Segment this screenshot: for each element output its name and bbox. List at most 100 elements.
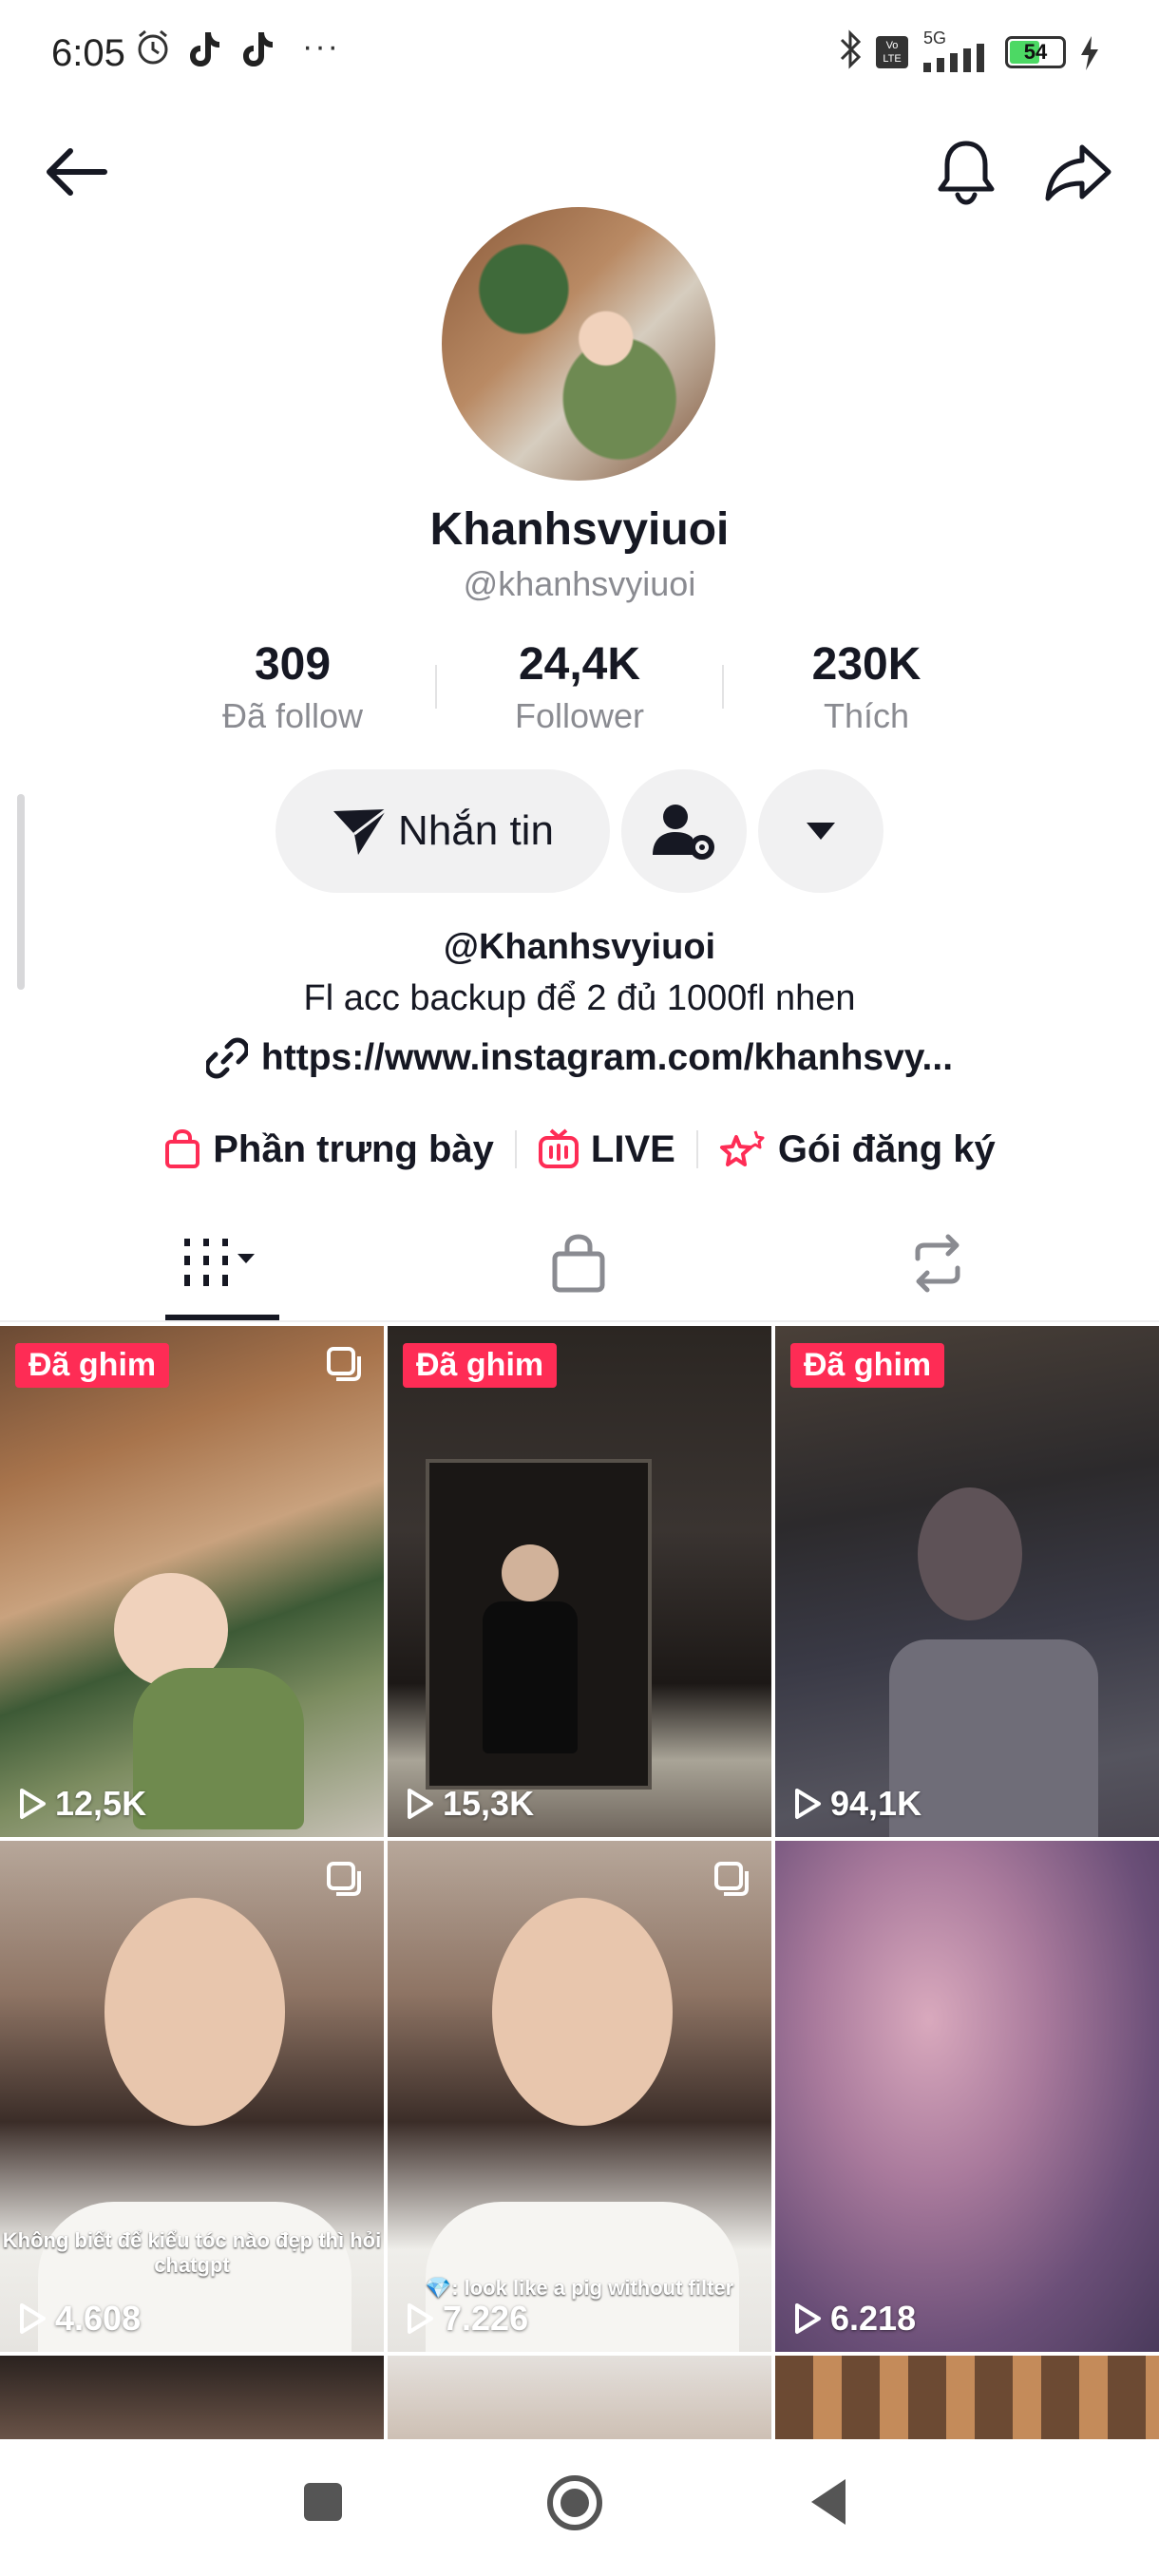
live-tv-icon bbox=[538, 1128, 579, 1168]
bluetooth-icon bbox=[840, 29, 862, 69]
back-button[interactable] bbox=[32, 129, 118, 215]
video-caption: Không biết để kiểu tóc nào đẹp thì hỏi c… bbox=[2, 2228, 382, 2277]
bio-link[interactable]: https://www.instagram.com/khanhsvy... bbox=[0, 1037, 1159, 1079]
thumbnail-figure bbox=[918, 1487, 1022, 1620]
repost-icon bbox=[915, 1234, 960, 1293]
stat-label: Đã follow bbox=[221, 696, 364, 735]
video-tile[interactable]: Không biết để kiểu tóc nào đẹp thì hỏi c… bbox=[0, 1841, 384, 2352]
view-count-text: 6.218 bbox=[830, 2299, 917, 2338]
stat-following[interactable]: 309 Đã follow bbox=[150, 638, 435, 736]
play-icon bbox=[20, 1789, 46, 1819]
stat-label: Thích bbox=[823, 696, 910, 735]
entry-label: Gói đăng ký bbox=[777, 1127, 996, 1170]
user-settings-icon bbox=[653, 805, 714, 860]
view-count: 12,5K bbox=[17, 1784, 146, 1824]
home-icon[interactable] bbox=[545, 2473, 604, 2532]
stat-value: 309 bbox=[254, 639, 332, 690]
entry-divider bbox=[514, 1130, 517, 1168]
profile-avatar[interactable] bbox=[442, 207, 715, 481]
multi-photo-icon bbox=[327, 1862, 361, 1896]
entry-live[interactable]: LIVE bbox=[538, 1128, 675, 1171]
profile-entries: Phần trưng bày LIVE Gói đăng ký bbox=[0, 1121, 1159, 1178]
bio-text: Fl acc backup để 2 đủ 1000fl nhen bbox=[303, 978, 856, 1018]
stat-value: 230K bbox=[811, 639, 922, 690]
view-count: 6.218 bbox=[792, 2299, 916, 2339]
play-icon bbox=[408, 2303, 433, 2334]
entry-subscription[interactable]: Gói đăng ký bbox=[719, 1127, 996, 1171]
view-count-text: 4.608 bbox=[55, 2299, 142, 2338]
play-icon bbox=[408, 1789, 433, 1819]
battery-level: 54 bbox=[1023, 40, 1048, 64]
signal-icon bbox=[923, 44, 984, 72]
stat-likes[interactable]: 230K Thích bbox=[724, 638, 1009, 736]
arrow-left-icon bbox=[47, 148, 107, 196]
shopping-bag-icon bbox=[165, 1128, 200, 1168]
charging-icon bbox=[1081, 36, 1098, 70]
view-count-text: 94,1K bbox=[830, 1784, 922, 1823]
caret-down-icon bbox=[807, 823, 835, 840]
video-tile[interactable]: Đã ghim 94,1K bbox=[775, 1326, 1159, 1837]
stat-followers[interactable]: 24,4K Follower bbox=[437, 638, 722, 736]
thumbnail-figure bbox=[483, 1601, 578, 1753]
video-caption: 💎: look like a pig without filter bbox=[425, 2276, 734, 2300]
pinned-badge: Đã ghim bbox=[403, 1343, 558, 1388]
tiktok-icon-2 bbox=[243, 32, 273, 66]
status-time: 6:05 bbox=[51, 32, 125, 74]
video-tile[interactable]: 6.218 bbox=[775, 1841, 1159, 2352]
video-tile[interactable]: Đã ghim 12,5K bbox=[0, 1326, 384, 1837]
display-name: Khanhsvyiuoi bbox=[429, 504, 730, 555]
view-count-text: 7.226 bbox=[443, 2299, 529, 2338]
entry-label: Phần trưng bày bbox=[213, 1127, 494, 1170]
content-tabs bbox=[0, 1206, 1159, 1322]
send-icon bbox=[333, 807, 388, 855]
message-button[interactable]: Nhắn tin bbox=[276, 769, 610, 893]
shopping-bag-icon bbox=[552, 1234, 605, 1293]
bell-icon bbox=[938, 141, 995, 205]
view-count-text: 15,3K bbox=[443, 1784, 535, 1823]
video-tile[interactable]: Đã ghim 15,3K bbox=[388, 1326, 771, 1837]
video-tile-partial[interactable] bbox=[388, 2356, 771, 2441]
play-icon bbox=[795, 2303, 821, 2334]
stat-value: 24,4K bbox=[518, 639, 641, 690]
grid-icon bbox=[184, 1239, 255, 1286]
more-notifications-icon: ··· bbox=[302, 28, 340, 65]
thumbnail-figure bbox=[502, 1544, 559, 1601]
view-count: 4.608 bbox=[17, 2299, 141, 2339]
tab-videos[interactable] bbox=[28, 1206, 414, 1320]
play-icon bbox=[795, 1789, 821, 1819]
follow-settings-button[interactable] bbox=[621, 769, 747, 893]
recents-icon[interactable] bbox=[302, 2481, 344, 2523]
status-bar: 6:05 ··· Vo LTE 5G 54 bbox=[0, 0, 1159, 104]
pinned-badge: Đã ghim bbox=[790, 1343, 945, 1388]
notification-button[interactable] bbox=[923, 129, 1009, 215]
more-options-button[interactable] bbox=[758, 769, 884, 893]
back-nav-icon[interactable] bbox=[808, 2477, 849, 2527]
system-nav-bar bbox=[0, 2439, 1159, 2576]
stat-label: Follower bbox=[514, 696, 645, 735]
entry-label: LIVE bbox=[590, 1127, 675, 1170]
tab-reposts[interactable] bbox=[745, 1206, 1130, 1320]
bio-link-text: https://www.instagram.com/khanhsvy... bbox=[260, 1037, 954, 1078]
tab-shop[interactable] bbox=[386, 1206, 771, 1320]
video-tile-partial[interactable] bbox=[0, 2356, 384, 2441]
thumbnail-figure bbox=[492, 1898, 673, 2126]
username: @khanhsvyiuoi bbox=[463, 564, 696, 603]
message-label: Nhắn tin bbox=[398, 807, 554, 854]
play-icon bbox=[20, 2303, 46, 2334]
video-tile[interactable]: 💎: look like a pig without filter 7.226 bbox=[388, 1841, 771, 2352]
battery-icon: 54 bbox=[1005, 36, 1066, 68]
view-count-text: 12,5K bbox=[55, 1784, 147, 1823]
entry-divider bbox=[695, 1130, 698, 1168]
share-button[interactable] bbox=[1036, 129, 1121, 215]
entry-showcase[interactable]: Phần trưng bày bbox=[163, 1128, 494, 1171]
view-count: 15,3K bbox=[405, 1784, 534, 1824]
multi-photo-icon bbox=[714, 1862, 749, 1896]
pinned-badge: Đã ghim bbox=[15, 1343, 170, 1388]
thumbnail-figure bbox=[104, 1898, 285, 2126]
share-arrow-icon bbox=[1045, 144, 1112, 201]
alarm-icon bbox=[138, 29, 168, 65]
view-count: 94,1K bbox=[792, 1784, 922, 1824]
multi-photo-icon bbox=[327, 1347, 361, 1381]
thumbnail-figure bbox=[133, 1668, 304, 1829]
video-tile-partial[interactable] bbox=[775, 2356, 1159, 2441]
